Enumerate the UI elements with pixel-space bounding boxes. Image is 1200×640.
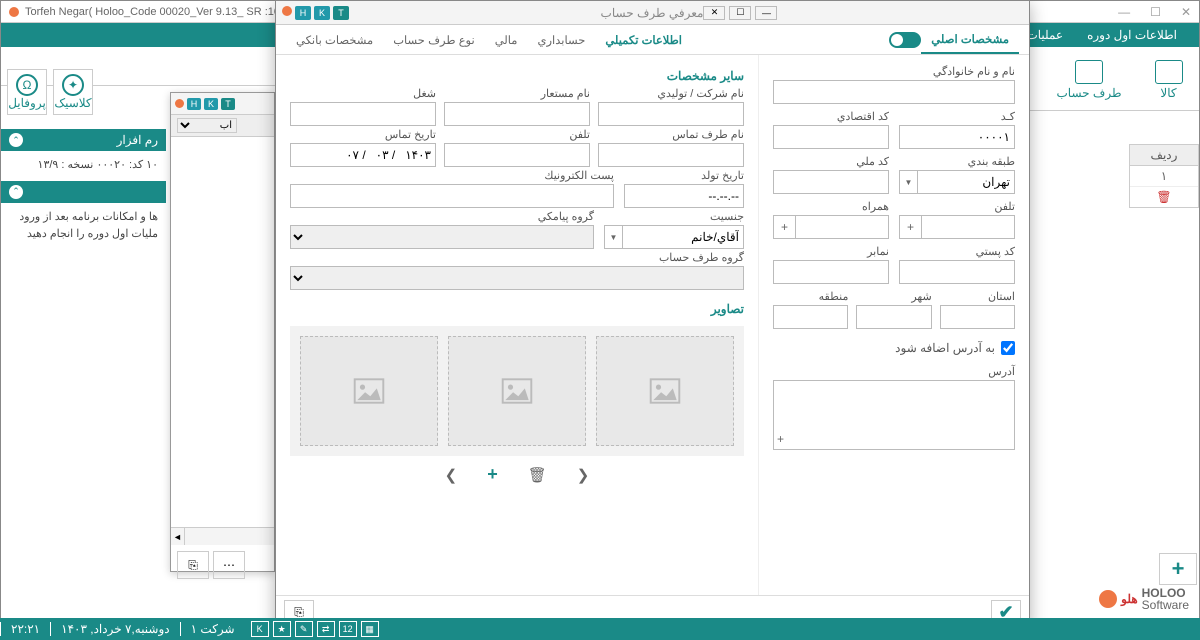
phone-input[interactable] [444, 143, 590, 167]
contact-date-input[interactable] [290, 143, 436, 167]
section-title: سایر مشخصات [290, 65, 744, 87]
status-icon[interactable]: K [251, 621, 269, 637]
close-button[interactable]: ✕ [1181, 5, 1191, 19]
status-icon[interactable]: ★ [273, 621, 291, 637]
image-slot[interactable] [448, 336, 586, 446]
img-next[interactable]: ❮ [577, 466, 590, 484]
scroll-left[interactable]: ◄ [171, 528, 185, 545]
ostan-input[interactable] [940, 305, 1015, 329]
account-dialog: ✕ ☐ — معرفي طرف حساب H K T مشخصات اصلي ا… [275, 0, 1030, 628]
add-to-address-check[interactable] [1001, 341, 1015, 355]
exit-grid-button[interactable]: ⎘ [177, 551, 209, 579]
account-group-select[interactable] [290, 266, 744, 290]
delete-row-icon[interactable]: 🗑 [1130, 187, 1198, 207]
h-badge: H [187, 98, 201, 110]
mobile-add[interactable]: + [773, 215, 795, 239]
address-area[interactable]: + [773, 380, 1015, 450]
h-badge: H [295, 6, 311, 20]
image-slot[interactable] [596, 336, 734, 446]
contact-input[interactable] [598, 143, 744, 167]
t-badge: T [333, 6, 349, 20]
tab-accounting[interactable]: حسابداري [527, 27, 595, 53]
dialog-tabs: مشخصات اصلي اطلاعات تکمیلي حسابداري مالي… [276, 25, 1029, 55]
class-input[interactable] [917, 170, 1015, 194]
eco-input[interactable] [773, 125, 889, 149]
minimize-button[interactable]: — [1118, 5, 1130, 19]
code-input[interactable] [899, 125, 1015, 149]
meli-input[interactable] [773, 170, 889, 194]
row-item[interactable]: ۱ [1130, 166, 1198, 187]
ribbon-kala[interactable]: کالا [1155, 60, 1183, 100]
status-date: دوشنبه,۷ خرداد, ۱۴۰۳ [50, 622, 180, 636]
email-input[interactable] [290, 184, 614, 208]
img-add[interactable]: + [487, 464, 498, 485]
alias-input[interactable] [444, 102, 590, 126]
main-info-column: نام و نام خانوادگي کـد کد اقتصادي طبقه ب… [759, 55, 1029, 595]
status-icon[interactable]: ▦ [361, 621, 379, 637]
left-info-panel: رم افزار⌃ ۱۰ کد: ۰۰۰۲۰ نسخه : ۱۳/۹ ⌃ ها … [1, 129, 166, 250]
row-header: ردیف [1130, 145, 1198, 166]
k-badge: K [314, 6, 330, 20]
holoo-logo: هلو HOLOOSoftware [1099, 587, 1189, 611]
extra-info-column: سایر مشخصات نام شرکت / تولیدي نام مستعار… [276, 55, 759, 595]
birthdate-input[interactable] [624, 184, 744, 208]
class-dropdown[interactable]: ▼ [899, 170, 917, 194]
maximize-button[interactable]: ☐ [1150, 5, 1161, 19]
tab-extra-info[interactable]: اطلاعات تکمیلي [595, 27, 692, 53]
status-icon[interactable]: ✎ [295, 621, 313, 637]
dialog-titlebar: ✕ ☐ — معرفي طرف حساب H K T [276, 1, 1029, 25]
grid-filter[interactable]: اب [177, 118, 237, 133]
status-icon[interactable]: ⇄ [317, 621, 335, 637]
app-icon [9, 7, 19, 17]
tab-finance[interactable]: مالي [485, 27, 528, 53]
status-icon[interactable]: 12 [339, 621, 357, 637]
img-prev[interactable]: ❯ [445, 466, 458, 484]
active-toggle[interactable] [889, 32, 921, 48]
address-add[interactable]: + [777, 432, 784, 446]
add-row-button[interactable]: + [1159, 553, 1197, 585]
dlg-close-button[interactable]: ✕ [703, 6, 725, 20]
gender-dropdown[interactable]: ▼ [604, 225, 622, 249]
collapse-icon[interactable]: ⌃ [9, 185, 23, 199]
job-input[interactable] [290, 102, 436, 126]
t-badge: T [221, 98, 235, 110]
profile-button[interactable]: Ωپروفایل [7, 69, 47, 115]
app-icon [175, 99, 184, 108]
shahr-input[interactable] [856, 305, 931, 329]
grid-window: H K T اب ◄ ⎘ ⋯ [170, 92, 275, 572]
status-bar: ▦ 12 ⇄ ✎ ★ K شرکت ۱ دوشنبه,۷ خرداد, ۱۴۰۳… [0, 618, 1200, 640]
dlg-min-button[interactable]: — [755, 6, 777, 20]
images-title: تصاویر [290, 298, 744, 320]
company-input[interactable] [598, 102, 744, 126]
dialog-title: معرفي طرف حساب [601, 6, 704, 20]
status-company: شرکت ۱ [180, 622, 245, 636]
tab-first-period[interactable]: اطلاعات اول دوره [1075, 24, 1189, 46]
dlg-max-button[interactable]: ☐ [729, 6, 751, 20]
more-button[interactable]: ⋯ [213, 551, 245, 579]
sms-group-select[interactable] [290, 225, 594, 249]
fax-input[interactable] [773, 260, 889, 284]
family-input[interactable] [773, 80, 1015, 104]
ribbon-hesab[interactable]: طرف حساب [1057, 60, 1122, 100]
image-slot[interactable] [300, 336, 438, 446]
tab-account-type[interactable]: نوع طرف حساب [383, 27, 485, 53]
collapse-icon[interactable]: ⌃ [9, 133, 23, 147]
app-icon [282, 6, 292, 16]
mantaghe-input[interactable] [773, 305, 848, 329]
k-badge: K [204, 98, 218, 110]
classic-button[interactable]: ✦کلاسیک [53, 69, 93, 115]
tab-main-info[interactable]: مشخصات اصلي [921, 26, 1019, 54]
row-list: ردیف ۱ 🗑 [1129, 144, 1199, 208]
gender-input[interactable] [622, 225, 744, 249]
app-title: Torfeh Negar( Holoo_Code 00020_Ver 9.13_… [25, 6, 292, 18]
img-delete[interactable]: 🗑 [528, 466, 547, 484]
mobile-input[interactable] [795, 215, 889, 239]
post-input[interactable] [899, 260, 1015, 284]
status-time: ۲۲:۲۱ [0, 622, 50, 636]
tel-input[interactable] [921, 215, 1015, 239]
tab-bank-info[interactable]: مشخصات بانکي [286, 27, 383, 53]
tel-add[interactable]: + [899, 215, 921, 239]
images-row [290, 326, 744, 456]
